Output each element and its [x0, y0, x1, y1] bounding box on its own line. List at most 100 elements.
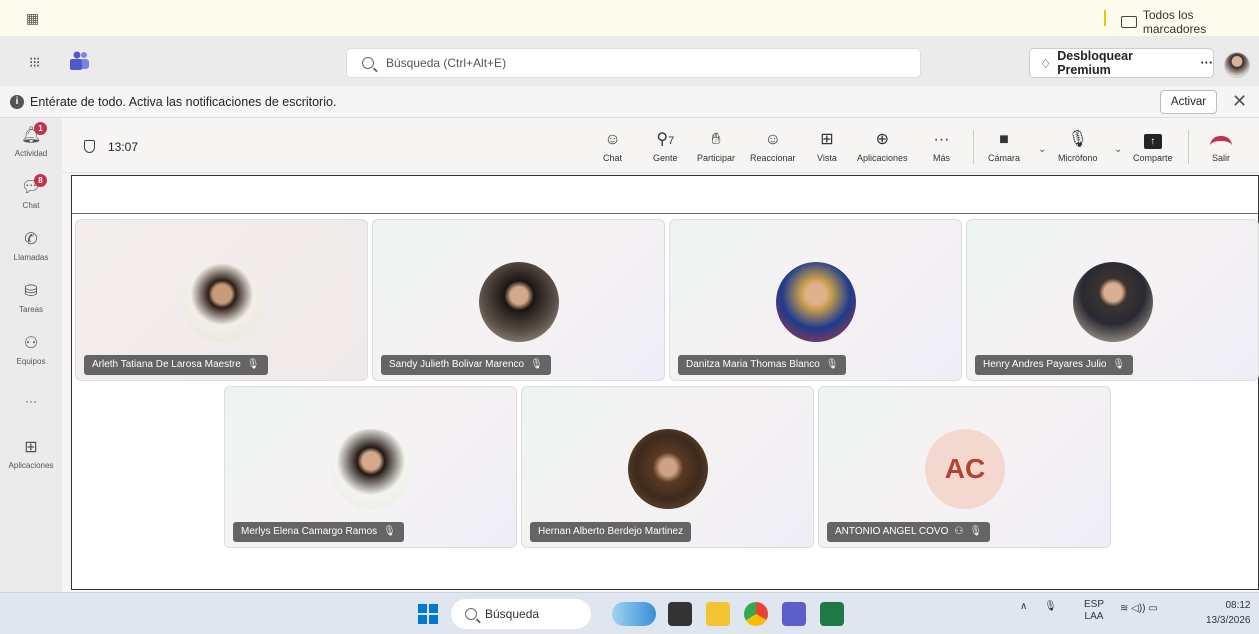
participant-tile[interactable]: Arleth Tatiana De Larosa Maestre 🎙︎: [75, 219, 368, 381]
mic-off-icon: 🎙︎: [246, 359, 260, 370]
close-icon[interactable]: ✕: [1232, 91, 1247, 112]
participant-tile[interactable]: Danitza Maria Thomas Blanco 🎙︎: [669, 219, 962, 381]
grid-view-icon: ⊞: [820, 131, 834, 148]
participant-name: Arleth Tatiana De Larosa Maestre: [92, 359, 241, 370]
participant-tile[interactable]: Hernan Alberto Berdejo Martinez: [521, 386, 814, 548]
rail-label-apps: Aplicaciones: [8, 461, 54, 470]
app-launcher-icon[interactable]: ⁝⁝⁝: [29, 54, 40, 71]
clock[interactable]: 08:12 13/3/2026: [1206, 598, 1251, 628]
unlock-premium-button[interactable]: ♢ Desbloquear Premium ···: [1029, 48, 1214, 78]
share-button[interactable]: ↑ Comparte: [1133, 130, 1173, 163]
search-icon: [465, 608, 477, 620]
hand-icon: ✋︎: [711, 131, 721, 148]
more-icon: ···: [25, 394, 37, 408]
participant-tile[interactable]: Sandy Julieth Bolivar Marenco 🎙︎: [372, 219, 665, 381]
participant-tile[interactable]: AC ANTONIO ANGEL COVO ⚇ 🎙︎: [818, 386, 1111, 548]
task-view-icon[interactable]: [668, 602, 692, 626]
participant-name-tag: Sandy Julieth Bolivar Marenco 🎙︎: [381, 355, 551, 375]
participant-tile[interactable]: Henry Andres Payares Julio 🎙︎: [966, 219, 1259, 381]
apps-button[interactable]: ⊕ Aplicaciones: [857, 130, 908, 163]
leave-button[interactable]: Salir: [1210, 130, 1232, 163]
rail-label-calls: Llamadas: [13, 253, 49, 262]
search-icon: [362, 57, 374, 69]
network-volume-battery-icons[interactable]: ≋ ◁)) ▭: [1120, 603, 1158, 614]
apps-icon: ⊞: [24, 439, 38, 456]
mic-off-icon: 🎙︎: [383, 526, 396, 537]
rail-item-apps[interactable]: ⊞ Aplicaciones: [0, 438, 62, 470]
teams-logo-icon: [70, 51, 89, 70]
chevron-up-icon[interactable]: ∧: [1020, 601, 1027, 612]
search-placeholder: Búsqueda (Ctrl+Alt+E): [386, 56, 507, 70]
system-tray: ∧ 🎙︎ ESP LAA ≋ ◁)) ▭: [1020, 599, 1158, 622]
mic-off-icon: 🎙︎: [1067, 131, 1088, 148]
rail-item-activity[interactable]: 🔔︎ 1 Actividad: [0, 122, 62, 158]
widget-icon[interactable]: [612, 602, 656, 626]
chat-badge: 8: [34, 174, 47, 187]
participant-photo: [776, 262, 856, 342]
participant-photo: [479, 262, 559, 342]
teams-icon: ⚇: [23, 335, 39, 352]
rail-item-chat[interactable]: 💬︎ 8 Chat: [0, 174, 62, 210]
ellipsis-icon: ···: [933, 131, 950, 148]
more-options-icon[interactable]: ···: [1201, 56, 1214, 70]
rail-label-activity: Actividad: [14, 149, 48, 158]
people-count: 7: [668, 135, 675, 147]
meeting-timer: 13:07: [108, 140, 139, 154]
microphone-icon[interactable]: 🎙︎: [1044, 601, 1057, 612]
user-avatar[interactable]: [1224, 52, 1250, 78]
mic-off-icon: 🎙︎: [530, 359, 543, 370]
hangup-icon: [1210, 130, 1232, 150]
view-button[interactable]: ⊞ Vista: [817, 130, 837, 163]
file-explorer-icon[interactable]: [706, 602, 730, 626]
apps-grid-icon[interactable]: ▦: [26, 10, 42, 26]
language-indicator[interactable]: ESP LAA: [1084, 599, 1104, 623]
mic-button[interactable]: 🎙︎ Micrófono: [1058, 130, 1098, 163]
participant-name-tag: ANTONIO ANGEL COVO ⚇ 🎙︎: [827, 522, 991, 542]
share-label: Comparte: [1133, 153, 1173, 163]
participant-photo: [1073, 262, 1153, 342]
camera-options-chevron-icon[interactable]: ⌄: [1038, 144, 1046, 155]
raise-hand-button[interactable]: ✋︎ Participar: [697, 130, 735, 163]
apps-label: Aplicaciones: [857, 153, 908, 163]
participant-photo: [628, 429, 708, 509]
react-button[interactable]: ☺ Reaccionar: [750, 130, 796, 163]
rail-item-teams[interactable]: ⚇ Equipos: [0, 334, 62, 366]
more-label: Más: [933, 153, 951, 163]
tasks-icon: ⛁: [24, 283, 38, 300]
language: ESP: [1084, 599, 1105, 610]
chrome-icon[interactable]: [744, 602, 768, 626]
people-button[interactable]: ⚲7 Gente: [653, 130, 678, 163]
phone-icon: ✆: [24, 231, 38, 248]
more-button[interactable]: ··· Más: [933, 130, 950, 163]
participant-name: Danitza Maria Thomas Blanco: [686, 359, 820, 370]
windows-start-icon[interactable]: [418, 604, 438, 624]
camera-button[interactable]: ■ Cámara: [988, 130, 1020, 163]
mic-options-chevron-icon[interactable]: ⌄: [1114, 144, 1122, 155]
clock-time: 08:12: [1225, 600, 1251, 611]
excel-icon[interactable]: [820, 602, 844, 626]
rail-item-tasks[interactable]: ⛁ Tareas: [0, 282, 62, 314]
teams-header: ⁝⁝⁝ Búsqueda (Ctrl+Alt+E) ♢ Desbloquear …: [0, 36, 1259, 86]
mic-off-icon: 🎙︎: [969, 526, 983, 537]
premium-label: Desbloquear Premium: [1057, 49, 1133, 77]
meeting-toolbar: 13:07 ☺︎ Chat ⚲7 Gente ✋︎ Participar ☺ R…: [62, 118, 1259, 173]
search-input[interactable]: Búsqueda (Ctrl+Alt+E): [346, 48, 921, 78]
rail-item-more[interactable]: ···: [0, 394, 62, 408]
rail-item-calls[interactable]: ✆ Llamadas: [0, 230, 62, 262]
activate-notifications-button[interactable]: Activar: [1160, 90, 1217, 114]
participant-name-tag: Henry Andres Payares Julio 🎙︎: [975, 355, 1134, 375]
chat-button[interactable]: ☺︎ Chat: [603, 130, 622, 163]
chat-label: Chat: [603, 153, 623, 163]
all-bookmarks-folder[interactable]: Todos los marcadores: [1121, 8, 1259, 36]
mic-off-icon: 🎙︎: [1112, 359, 1126, 370]
taskbar-search[interactable]: Búsqueda: [451, 599, 591, 629]
stage-top-strip: [72, 176, 1258, 214]
participant-photo: [182, 262, 262, 342]
view-label: Vista: [817, 153, 837, 163]
participant-tile[interactable]: Merlys Elena Camargo Ramos 🎙︎: [224, 386, 517, 548]
teams-taskbar-icon[interactable]: [782, 602, 806, 626]
participant-name-tag: Hernan Alberto Berdejo Martinez: [530, 522, 692, 542]
add-app-icon: ⊕: [875, 131, 889, 148]
participant-name: Merlys Elena Camargo Ramos: [241, 526, 378, 537]
shield-icon: [84, 140, 95, 153]
